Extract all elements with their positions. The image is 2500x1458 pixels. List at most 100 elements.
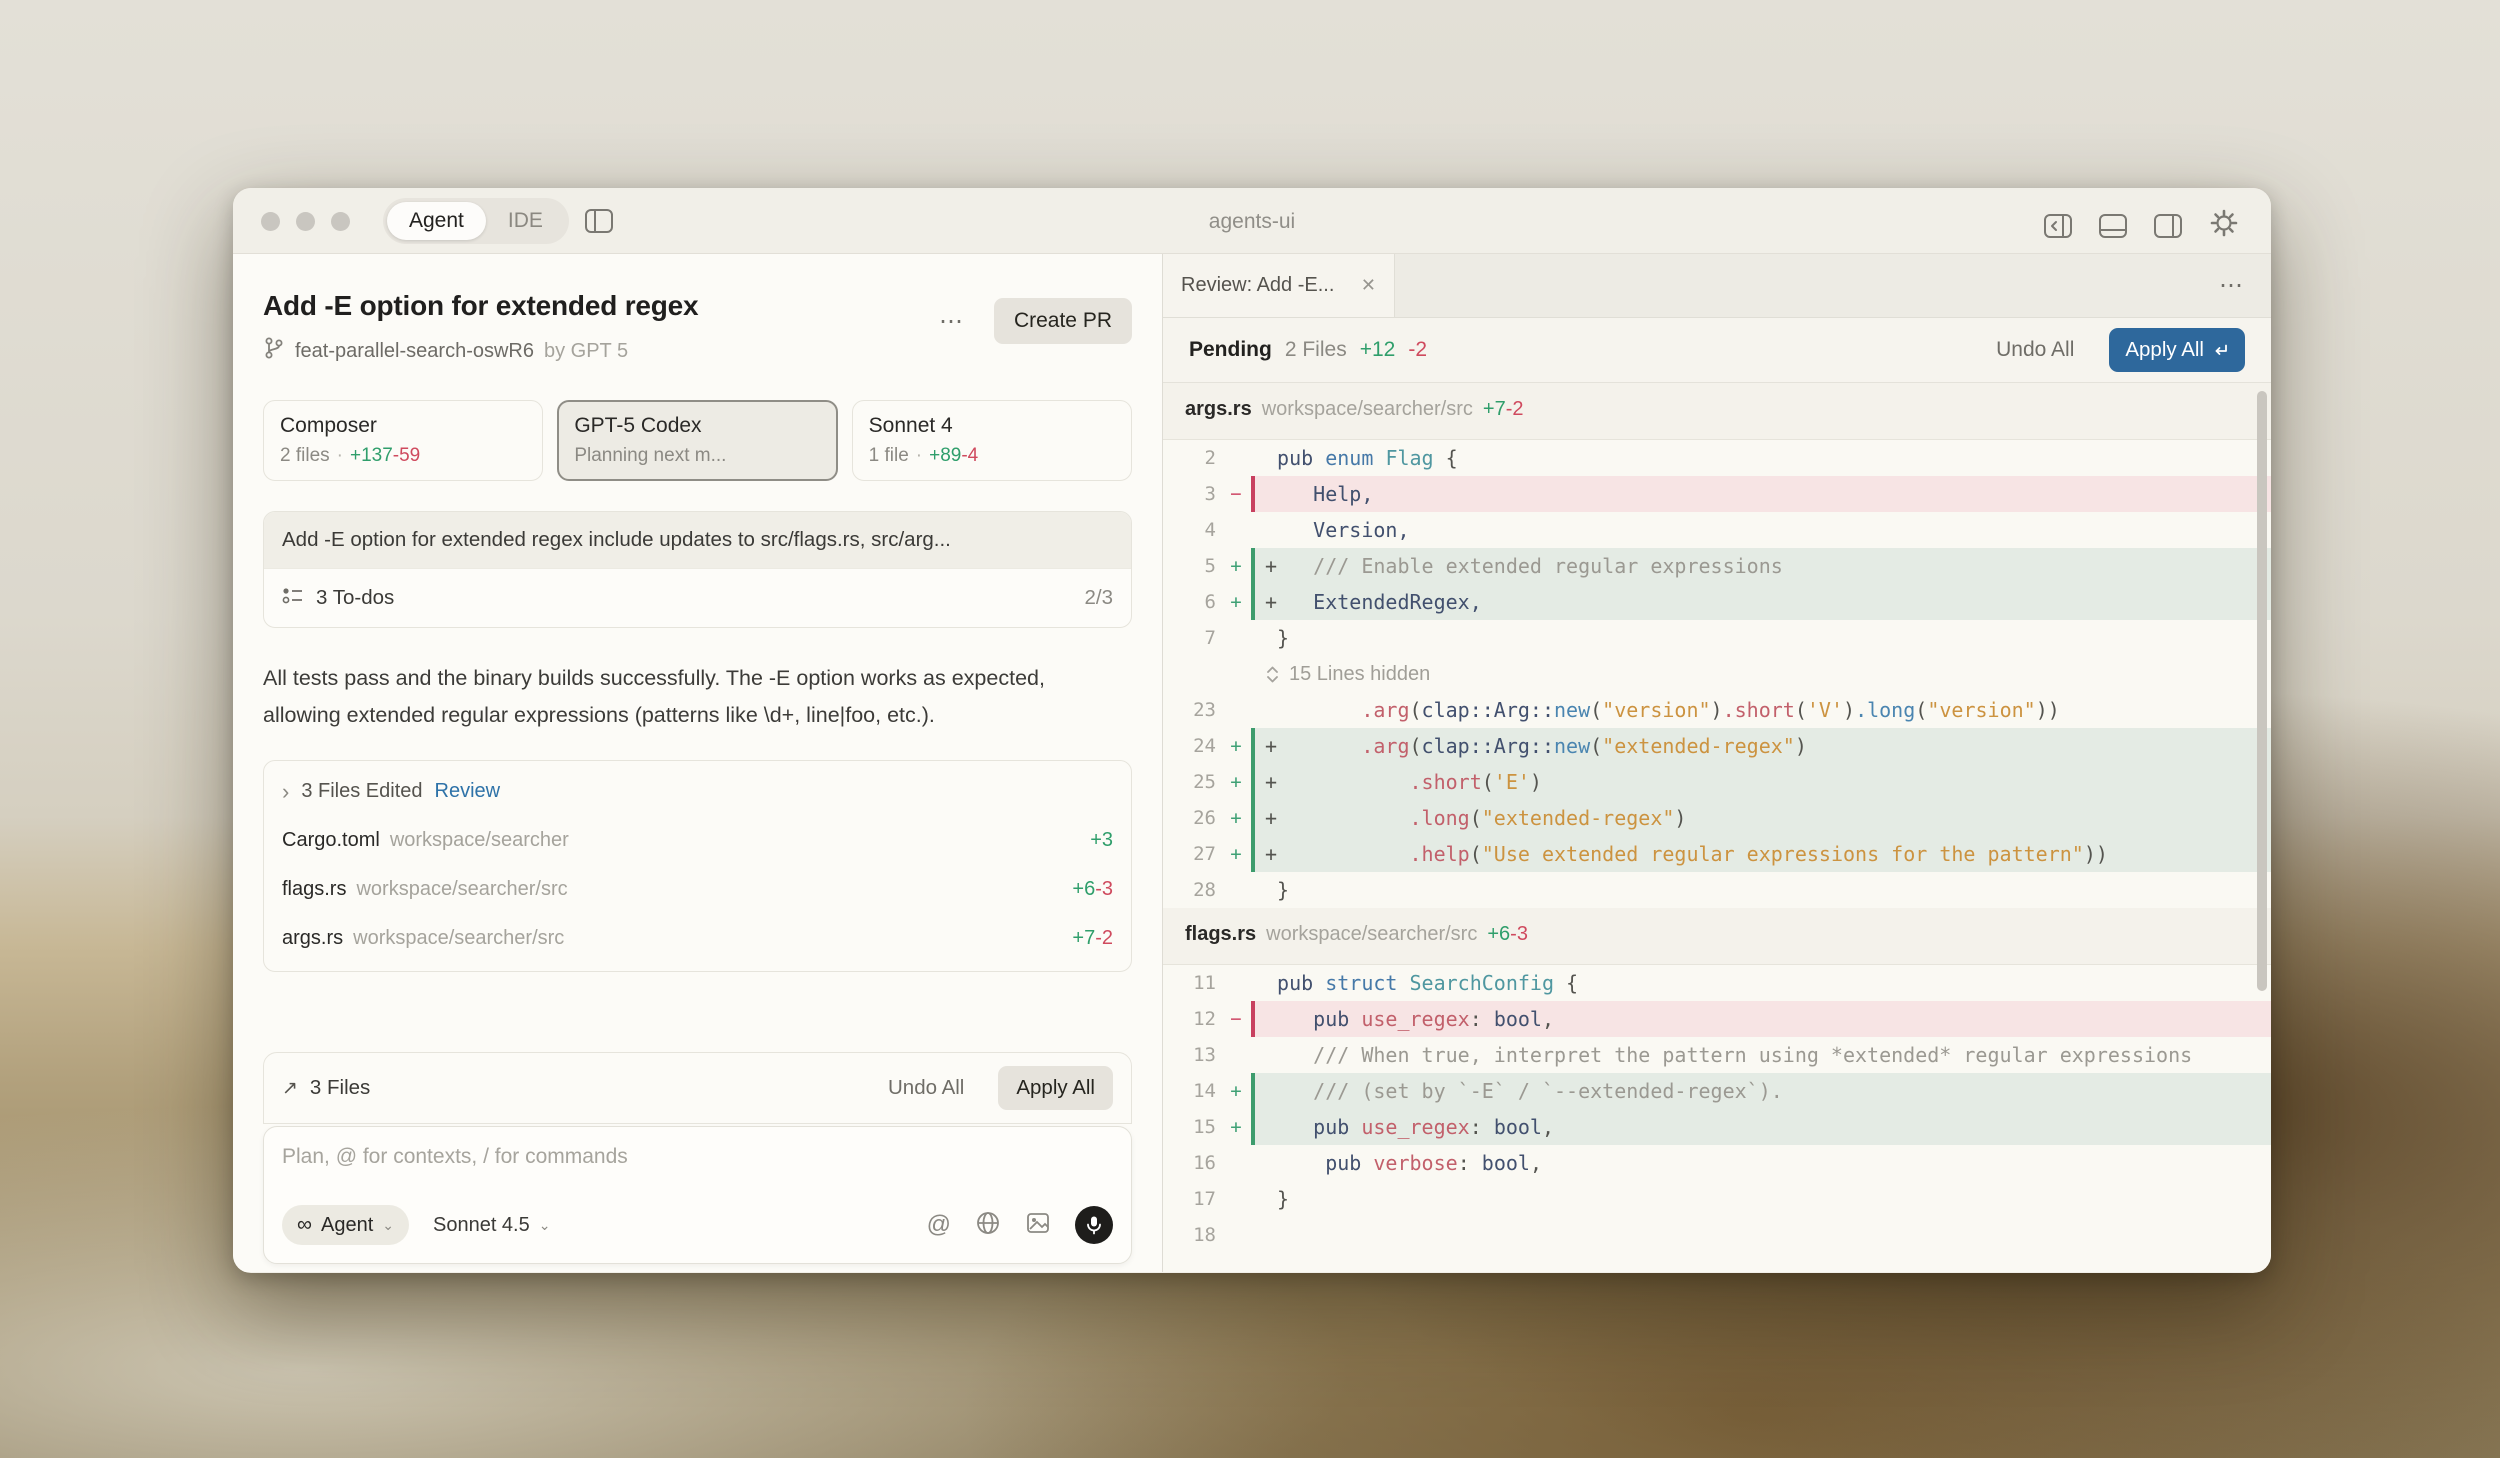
code-line: 4 Version, (1163, 512, 2271, 548)
review-link[interactable]: Review (435, 780, 501, 803)
files-edited-header[interactable]: › 3 Files Edited Review (264, 767, 1131, 816)
tab-review[interactable]: Review: Add -E... ✕ (1163, 254, 1395, 317)
line-number: 2 (1163, 440, 1221, 476)
edited-file-row[interactable]: args.rs workspace/searcher/src +7-2 (264, 914, 1131, 963)
image-attach-icon[interactable] (1025, 1210, 1051, 1241)
code-token: clap::Arg:: (1422, 734, 1554, 758)
diff-file-header[interactable]: args.rsworkspace/searcher/src+7-2 (1163, 383, 2271, 440)
code-token: 'V' (1807, 698, 1843, 722)
tab-agent[interactable]: Agent (387, 202, 486, 240)
line-number: 5 (1163, 548, 1221, 584)
edited-file-row[interactable]: flags.rs workspace/searcher/src +6-3 (264, 865, 1131, 914)
code-token: )) (2036, 698, 2060, 722)
undo-all-button[interactable]: Undo All (1996, 338, 2074, 362)
assistant-message: All tests pass and the binary builds suc… (263, 660, 1078, 734)
code-line: 16 pub verbose: bool, (1163, 1145, 2271, 1181)
bottom-panel-icon[interactable] (2099, 214, 2127, 238)
more-options-icon[interactable]: ⋯ (939, 307, 964, 336)
diff-marker (1221, 965, 1251, 1001)
pending-files-label[interactable]: 3 Files (310, 1076, 370, 1100)
close-window-button[interactable] (261, 212, 280, 231)
diff-marker (1221, 872, 1251, 908)
code-content (1251, 1217, 2271, 1253)
code-token: .long (1855, 698, 1915, 722)
pending-files-bar: ↗ 3 Files Undo All Apply All (263, 1052, 1132, 1124)
diff-scroll-area[interactable]: args.rsworkspace/searcher/src+7-22 pub e… (1163, 383, 2271, 1272)
code-token: ) (1530, 770, 1542, 794)
hidden-lines-content[interactable]: 15 Lines hidden (1251, 656, 2271, 692)
line-number: 6 (1163, 584, 1221, 620)
code-token: "version" (1927, 698, 2035, 722)
line-number: 13 (1163, 1037, 1221, 1073)
model-selector[interactable]: Sonnet 4.5 ⌄ (433, 1214, 550, 1237)
code-token (1265, 446, 1277, 470)
code-token: .arg (1361, 734, 1409, 758)
code-content: pub struct SearchConfig { (1251, 965, 2271, 1001)
code-token: ) (1843, 698, 1855, 722)
more-options-icon[interactable]: ⋯ (2219, 271, 2243, 300)
settings-gear-icon[interactable] (2209, 208, 2239, 243)
code-token: .help (1410, 842, 1470, 866)
code-token: + (1265, 770, 1410, 794)
diff-file-additions: +6 (1487, 923, 1510, 946)
edited-file-row[interactable]: Cargo.toml workspace/searcher +3 (264, 816, 1131, 865)
code-token (1265, 1115, 1313, 1139)
edited-file-name: Cargo.toml (282, 829, 380, 852)
model-card-composer[interactable]: Composer 2 files · +137-59 (263, 400, 543, 481)
diff-marker (1221, 656, 1251, 692)
code-line: 5++ /// Enable extended regular expressi… (1163, 548, 2271, 584)
line-number: 28 (1163, 872, 1221, 908)
minimize-window-button[interactable] (296, 212, 315, 231)
agent-panel: Add -E option for extended regex feat-pa… (233, 254, 1163, 1272)
agent-mode-selector[interactable]: ∞ Agent ⌄ (282, 1205, 409, 1245)
review-additions: +12 (1360, 338, 1396, 362)
line-number: 7 (1163, 620, 1221, 656)
file-deletions: -2 (1095, 927, 1113, 950)
model-card-title: Sonnet 4 (869, 414, 1115, 438)
close-icon[interactable]: ✕ (1361, 275, 1376, 296)
code-token: pub (1325, 1151, 1373, 1175)
file-additions: +3 (1090, 829, 1113, 852)
code-token: .arg (1361, 698, 1409, 722)
apply-all-button[interactable]: Apply All (998, 1066, 1113, 1110)
sidebar-toggle-icon[interactable] (585, 209, 613, 233)
model-card-deletions: -4 (961, 445, 978, 466)
line-number: 15 (1163, 1109, 1221, 1145)
model-card-sonnet4[interactable]: Sonnet 4 1 file · +89-4 (852, 400, 1132, 481)
line-number: 3 (1163, 476, 1221, 512)
diff-file-header[interactable]: flags.rsworkspace/searcher/src+6-3 (1163, 908, 2271, 965)
tab-ide[interactable]: IDE (486, 202, 565, 240)
create-pr-button[interactable]: Create PR (994, 298, 1132, 344)
apply-all-label: Apply All (2125, 338, 2204, 362)
diff-marker: + (1221, 1073, 1251, 1109)
code-token: "extended-regex" (1482, 806, 1675, 830)
diff-marker: + (1221, 1109, 1251, 1145)
apply-all-button[interactable]: Apply All (2109, 328, 2245, 372)
diff-file-additions: +7 (1483, 398, 1506, 421)
microphone-button[interactable] (1075, 1206, 1113, 1244)
composer-input[interactable]: Plan, @ for contexts, / for commands ∞ A… (263, 1126, 1132, 1264)
model-card-gpt5-codex[interactable]: GPT-5 Codex Planning next m... (557, 400, 837, 481)
app-window: Agent IDE agents-ui (233, 188, 2271, 1273)
undo-all-button[interactable]: Undo All (888, 1076, 964, 1100)
code-content: } (1251, 1181, 2271, 1217)
mention-icon[interactable]: @ (927, 1211, 951, 1239)
code-token: ( (1482, 770, 1494, 794)
task-summary[interactable]: Add -E option for extended regex include… (264, 512, 1131, 568)
right-panel-icon[interactable] (2154, 214, 2182, 238)
todos-row[interactable]: 3 To-dos 2/3 (264, 568, 1131, 627)
branch-name: feat-parallel-search-oswR6 (295, 340, 534, 363)
zoom-window-button[interactable] (331, 212, 350, 231)
diff-file-deletions: -2 (1506, 398, 1524, 421)
hidden-lines-row[interactable]: 15 Lines hidden (1163, 656, 2271, 692)
code-content: .arg(clap::Arg::new("version").short('V'… (1251, 692, 2271, 728)
edited-file-name: flags.rs (282, 878, 346, 901)
code-token: { (1554, 971, 1578, 995)
web-globe-icon[interactable] (975, 1210, 1001, 1241)
code-token: /// (set by `-E` / `--extended-regex`). (1313, 1079, 1783, 1103)
scrollbar-thumb[interactable] (2257, 391, 2267, 991)
editor-tabbar: Review: Add -E... ✕ ⋯ (1163, 254, 2271, 318)
code-token: bool (1482, 1151, 1530, 1175)
code-content: } (1251, 872, 2271, 908)
collapse-panel-icon[interactable] (2044, 214, 2072, 238)
